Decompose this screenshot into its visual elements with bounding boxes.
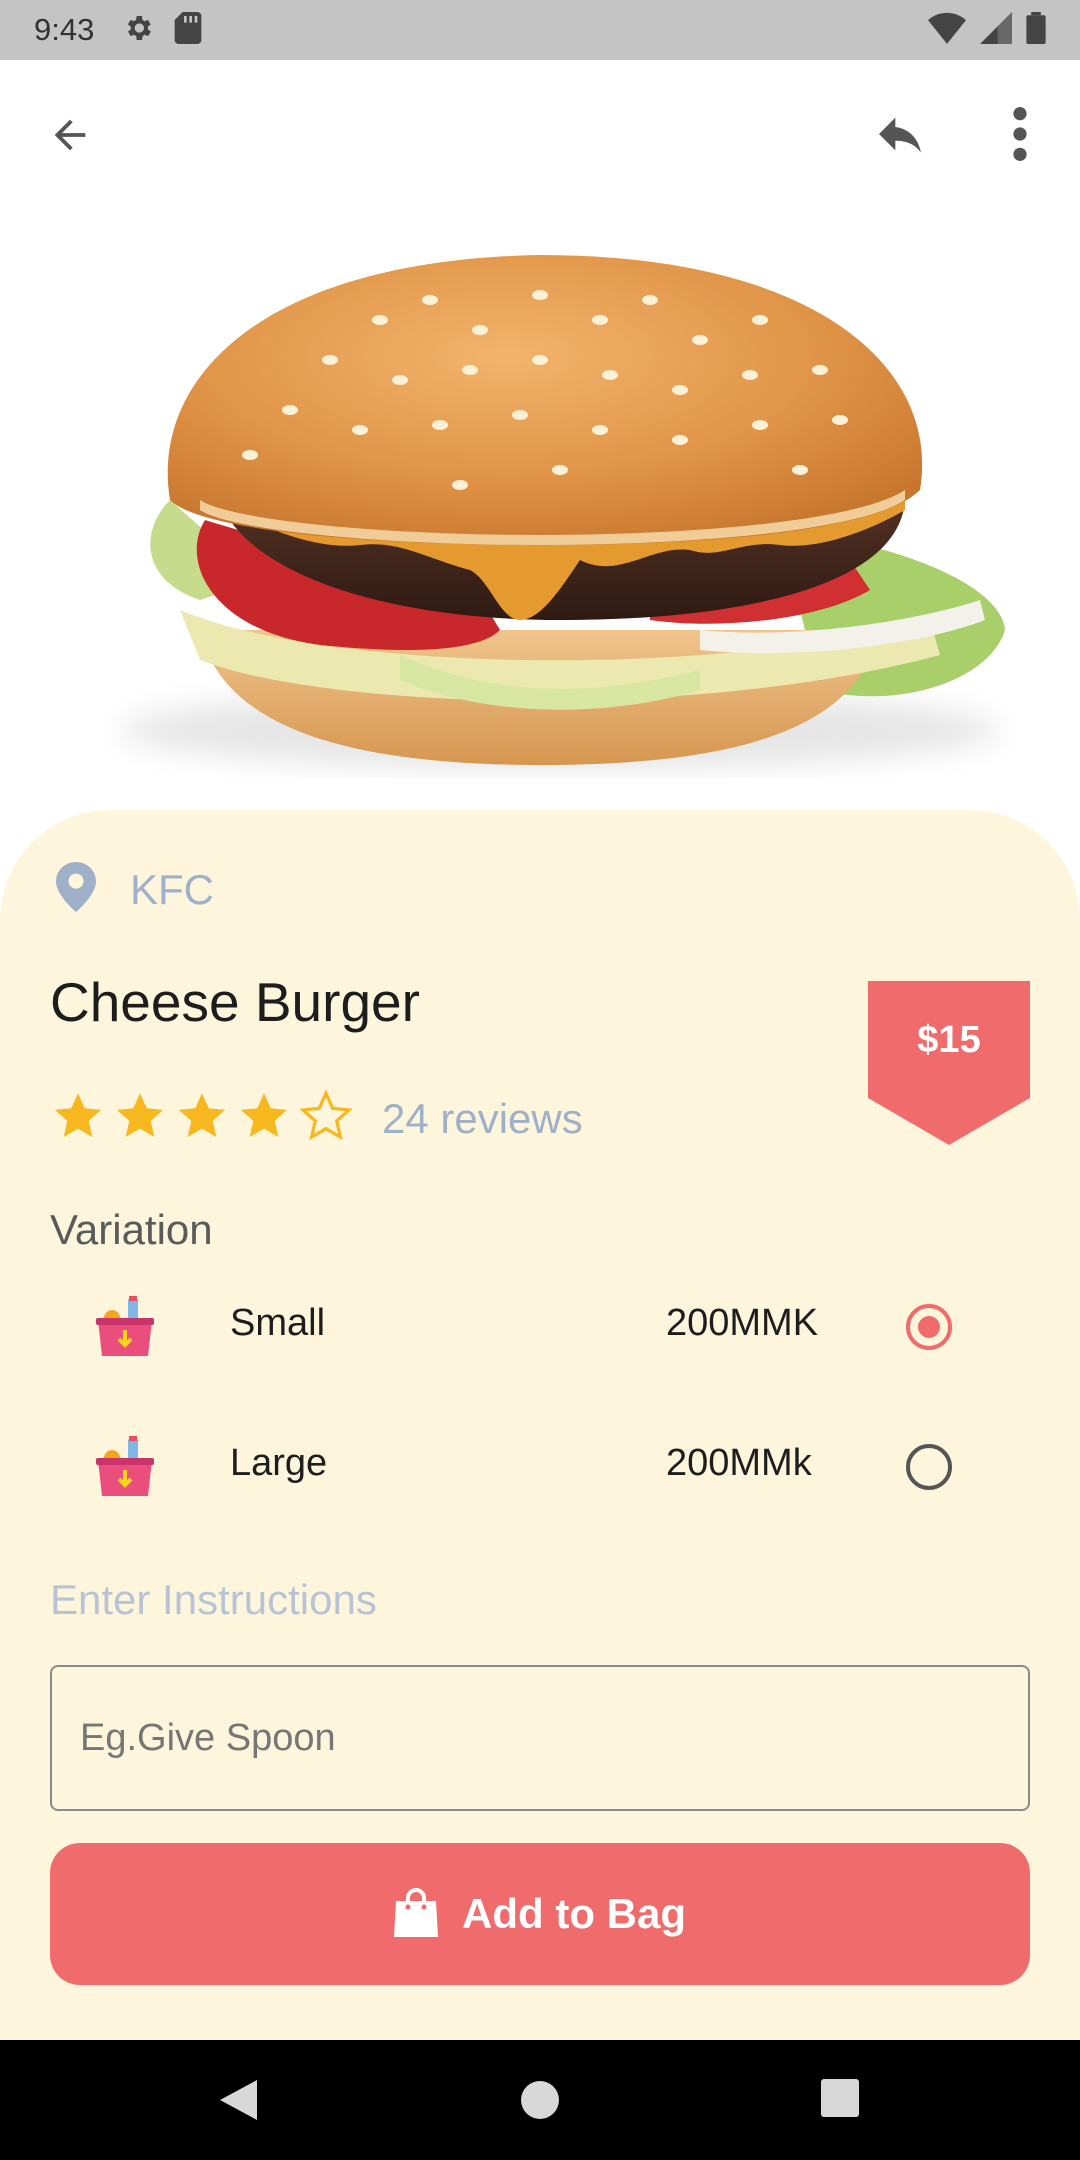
- arrow-back-icon: [47, 112, 93, 163]
- product-detail-sheet: KFC Cheese Burger $15 24 reviews Variati…: [0, 810, 1080, 2040]
- review-count[interactable]: 24 reviews: [382, 1095, 583, 1143]
- reply-share-icon: [872, 106, 928, 167]
- variant-option-small[interactable]: Small 200MMK: [0, 1276, 1080, 1376]
- star-filled-icon: [238, 1090, 290, 1147]
- location-pin-icon: [56, 862, 96, 917]
- nav-back-icon[interactable]: [215, 2078, 265, 2122]
- star-rating: [52, 1089, 353, 1147]
- sd-card-icon: [174, 11, 202, 49]
- store-location: KFC: [56, 862, 214, 917]
- status-time: 9:43: [34, 12, 95, 47]
- gear-icon: [122, 12, 154, 49]
- instructions-input[interactable]: [50, 1665, 1030, 1811]
- shopping-bag-icon: [394, 1887, 439, 1942]
- star-filled-icon: [52, 1090, 104, 1147]
- system-nav-bar: [0, 2040, 1080, 2160]
- wifi-icon: [928, 12, 966, 49]
- radio-unselected[interactable]: [904, 1442, 954, 1492]
- share-button[interactable]: [868, 104, 932, 168]
- variant-label: Small: [230, 1302, 326, 1344]
- rating-row: 24 reviews: [52, 1089, 583, 1147]
- nav-home-icon[interactable]: [516, 2076, 564, 2124]
- product-title: Cheese Burger: [50, 971, 420, 1033]
- nav-recent-icon[interactable]: [818, 2076, 862, 2120]
- price-badge: $15: [868, 981, 1030, 1145]
- grocery-basket-icon: [96, 1436, 154, 1496]
- back-button[interactable]: [40, 107, 100, 167]
- star-filled-icon: [176, 1090, 228, 1147]
- star-outline-icon: [299, 1089, 353, 1147]
- add-to-bag-label: Add to Bag: [462, 1890, 686, 1937]
- radio-selected[interactable]: [904, 1302, 954, 1352]
- instructions-label: Enter Instructions: [50, 1576, 377, 1623]
- variant-price: 200MMK: [666, 1302, 819, 1344]
- cell-signal-icon: [980, 11, 1012, 49]
- more-vert-icon: [1012, 106, 1028, 167]
- grocery-basket-icon: [96, 1296, 154, 1356]
- battery-icon: [1026, 11, 1046, 49]
- price-value: $15: [917, 1019, 981, 1061]
- product-image: [0, 200, 1080, 840]
- cheeseburger-photo: [120, 255, 1005, 770]
- variant-option-large[interactable]: Large 200MMk: [0, 1416, 1080, 1516]
- variant-price: 200MMk: [666, 1442, 812, 1484]
- star-filled-icon: [114, 1090, 166, 1147]
- variant-label: Large: [230, 1442, 328, 1484]
- app-bar: [0, 60, 1080, 200]
- add-to-bag-button[interactable]: Add to Bag: [50, 1843, 1030, 1985]
- variation-heading: Variation: [50, 1206, 213, 1253]
- store-name: KFC: [130, 865, 214, 913]
- more-options-button[interactable]: [990, 104, 1050, 168]
- status-bar: 9:43: [0, 0, 1080, 60]
